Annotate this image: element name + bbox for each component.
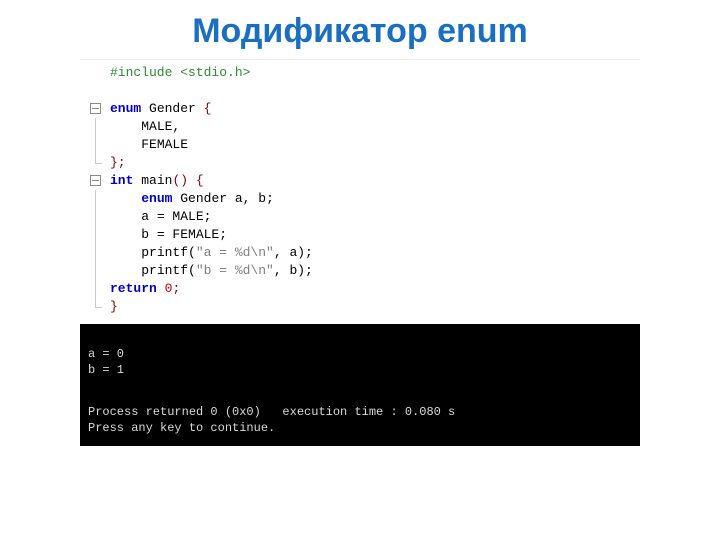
code-line-decl: enum Gender a, b; [80, 190, 640, 208]
code-line-printf-a: printf("a = %d\n", a); [80, 244, 640, 262]
func-name-main: main [141, 173, 172, 188]
code-line-assign-a: a = MALE; [80, 208, 640, 226]
code-line-enum-male: MALE, [80, 118, 640, 136]
enum-name: Gender [149, 101, 196, 116]
args-rest: , a); [274, 245, 313, 260]
enum-value-male: MALE, [141, 119, 180, 134]
code-line-enum-open: enum Gender { [80, 100, 640, 118]
brace-open: { [204, 101, 212, 116]
fold-toggle-main[interactable] [90, 175, 101, 186]
keyword-enum: enum [110, 101, 141, 116]
keyword-enum: enum [141, 191, 172, 206]
var-decl: a, b; [235, 191, 274, 206]
stmt-assign-b: b = FEMALE; [141, 227, 227, 242]
console-line: Press any key to continue. [88, 421, 275, 435]
call-printf: printf( [141, 245, 196, 260]
brace-open: { [196, 173, 204, 188]
code-line-include: #include <stdio.h> [80, 64, 640, 82]
args-rest: , b); [274, 263, 313, 278]
console-output: a = 0 b = 1 Process returned 0 (0x0) exe… [80, 324, 640, 446]
keyword-return: return [110, 281, 157, 296]
code-line-main-open: int main() { [80, 172, 640, 190]
paren: () [172, 173, 188, 188]
console-line: b = 1 [88, 363, 124, 377]
code-line-assign-b: b = FEMALE; [80, 226, 640, 244]
code-line-enum-close: }; [80, 154, 640, 172]
code-editor: #include <stdio.h> enum Gender { MALE, F… [80, 59, 640, 316]
type-gender: Gender [180, 191, 227, 206]
fold-toggle-enum[interactable] [90, 103, 101, 114]
page-title: Модификатор enum [0, 12, 720, 51]
brace-close: }; [110, 155, 126, 170]
brace-close: } [110, 299, 118, 314]
code-line-printf-b: printf("b = %d\n", b); [80, 262, 640, 280]
preprocessor-directive: #include <stdio.h> [110, 65, 250, 80]
keyword-int: int [110, 173, 133, 188]
string-literal: "a = %d\n" [196, 245, 274, 260]
code-line-main-close: } [80, 298, 640, 316]
call-printf: printf( [141, 263, 196, 278]
semicolon: ; [172, 281, 180, 296]
console-line: a = 0 [88, 347, 124, 361]
console-line: Process returned 0 (0x0) execution time … [88, 405, 455, 419]
code-line-return: return 0; [80, 280, 640, 298]
stmt-assign-a: a = MALE; [141, 209, 211, 224]
enum-value-female: FEMALE [141, 137, 188, 152]
string-literal: "b = %d\n" [196, 263, 274, 278]
code-line-enum-female: FEMALE [80, 136, 640, 154]
